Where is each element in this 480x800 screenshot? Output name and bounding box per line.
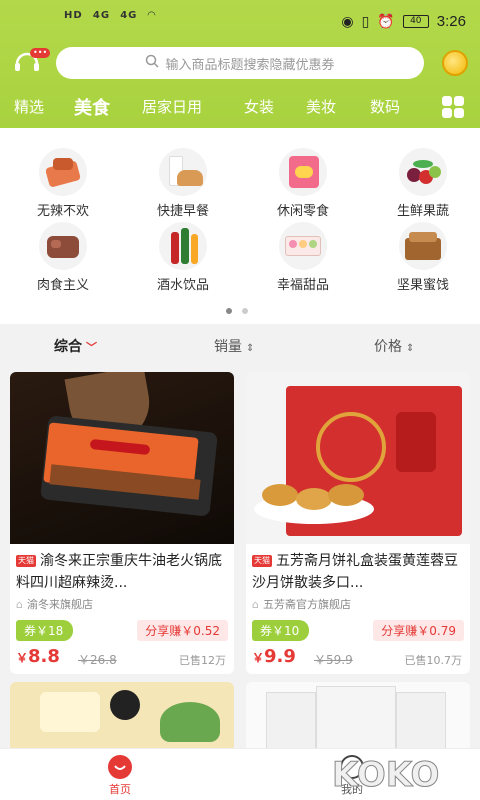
product-price: ￥8.8 <box>16 646 60 667</box>
nav-home[interactable]: 首页 <box>80 755 160 797</box>
nuts-icon <box>399 222 447 270</box>
sort-bar: 综合 ﹀ 销量 ⇕ 价格 ⇕ <box>0 324 480 364</box>
bottles-icon <box>159 222 207 270</box>
product-card[interactable] <box>10 682 234 752</box>
spicy-meat-icon <box>39 148 87 196</box>
eye-icon: ◉ <box>341 13 354 30</box>
sort-comprehensive[interactable]: 综合 ﹀ <box>54 336 97 356</box>
product-image <box>246 372 470 544</box>
wifi-icon: ◠ <box>147 10 157 21</box>
tab-meizhuang[interactable]: 美妆 <box>306 96 336 117</box>
tab-jingxuan[interactable]: 精选 <box>14 96 44 117</box>
category-wulabuhuan[interactable]: 无辣不欢 <box>8 148 118 219</box>
product-image <box>10 682 234 752</box>
product-price: ￥9.9 <box>252 646 296 667</box>
search-icon <box>145 54 160 72</box>
shop-icon: ⌂ <box>252 598 259 611</box>
category-tabs: 精选 美食 居家日用 女装 美妆 数码 <box>0 88 480 124</box>
carousel-dot <box>242 308 248 314</box>
sort-price[interactable]: 价格 ⇕ <box>374 336 414 356</box>
share-earn-button[interactable]: 分享赚￥0.79 <box>373 620 464 641</box>
original-price: ￥59.9 <box>314 653 353 667</box>
category-kuaijiezaocan[interactable]: 快捷早餐 <box>128 148 238 219</box>
product-image <box>10 372 234 544</box>
alarm-icon: ⏰ <box>377 13 395 30</box>
shop-name: ⌂ 五芳斋官方旗舰店 <box>252 598 351 611</box>
customer-service-icon[interactable]: ••• <box>12 48 51 78</box>
product-title: 天猫 渝冬来正宗重庆牛油老火锅底料四川超麻辣烫... <box>16 553 222 591</box>
header-bar: HD 4G 4G ◠ ◉ ▯ ⏰ 40 3:26 ••• 输入商品标题搜索隐藏优… <box>0 0 480 128</box>
product-card[interactable]: 天猫 渝冬来正宗重庆牛油老火锅底料四川超麻辣烫... ⌂ 渝冬来旗舰店 券￥18 分… <box>10 372 234 674</box>
shop-icon: ⌂ <box>16 598 23 611</box>
macaron-icon <box>279 222 327 270</box>
bread-milk-icon <box>159 148 207 196</box>
tab-meishi[interactable]: 美食 <box>74 94 110 120</box>
tab-jujia[interactable]: 居家日用 <box>142 96 202 117</box>
fruit-icon <box>399 148 447 196</box>
coin-icon[interactable] <box>442 50 468 76</box>
tab-nvzhuang[interactable]: 女装 <box>244 96 274 117</box>
coupon-badge[interactable]: 券￥18 <box>16 620 74 641</box>
notification-badge: ••• <box>30 48 51 58</box>
sort-updown-icon: ⇕ <box>246 343 255 354</box>
clock: 3:26 <box>436 13 466 30</box>
signal-indicators: HD 4G 4G ◠ <box>64 10 157 21</box>
shop-name: ⌂ 渝冬来旗舰店 <box>16 598 93 611</box>
vibrate-icon: ▯ <box>361 13 370 30</box>
watermark-logo: KOKO <box>332 755 440 796</box>
snack-bag-icon <box>279 148 327 196</box>
category-xiuxianlingshi[interactable]: 休闲零食 <box>248 148 358 219</box>
product-title: 天猫 五芳斋月饼礼盒装蛋黄莲蓉豆沙月饼散装多口... <box>252 553 458 591</box>
search-input[interactable]: 输入商品标题搜索隐藏优惠券 <box>56 47 424 79</box>
sort-updown-icon: ⇕ <box>406 343 415 354</box>
tmall-tag: 天猫 <box>252 555 272 567</box>
chevron-down-icon: ﹀ <box>86 341 97 354</box>
search-placeholder: 输入商品标题搜索隐藏优惠券 <box>165 57 335 73</box>
carousel-dot-active <box>226 308 232 314</box>
product-image <box>246 682 470 752</box>
sold-count: 已售12万 <box>179 654 226 667</box>
share-earn-button[interactable]: 分享赚￥0.52 <box>137 620 228 641</box>
product-card[interactable]: 天猫 五芳斋月饼礼盒装蛋黄莲蓉豆沙月饼散装多口... ⌂ 五芳斋官方旗舰店 券￥10… <box>246 372 470 674</box>
category-shengxianguoshu[interactable]: 生鲜果蔬 <box>368 148 478 219</box>
meat-icon <box>39 222 87 270</box>
coupon-badge[interactable]: 券￥10 <box>252 620 310 641</box>
category-xingfutianpin[interactable]: 幸福甜品 <box>248 222 358 293</box>
grid-menu-icon[interactable] <box>442 96 464 118</box>
tab-shuma[interactable]: 数码 <box>370 96 400 117</box>
status-bar: HD 4G 4G ◠ ◉ ▯ ⏰ 40 3:26 <box>0 0 480 42</box>
svg-text:KOKO: KOKO <box>332 755 439 795</box>
category-jianguomijian[interactable]: 坚果蜜饯 <box>368 222 478 293</box>
category-jiushuiyinpin[interactable]: 酒水饮品 <box>128 222 238 293</box>
carousel-dots <box>226 308 248 314</box>
sold-count: 已售10.7万 <box>404 654 463 667</box>
category-roushizhuyi[interactable]: 肉食主义 <box>8 222 118 293</box>
home-icon <box>108 755 132 779</box>
tmall-tag: 天猫 <box>16 555 36 567</box>
sort-sales[interactable]: 销量 ⇕ <box>214 336 254 356</box>
battery-icon: 40 <box>402 15 429 28</box>
category-grid: 无辣不欢 快捷早餐 休闲零食 生鲜果蔬 肉食主义 酒水饮品 幸福甜品 坚果蜜饯 <box>0 128 480 324</box>
original-price: ￥26.8 <box>78 653 117 667</box>
product-card[interactable] <box>246 682 470 752</box>
